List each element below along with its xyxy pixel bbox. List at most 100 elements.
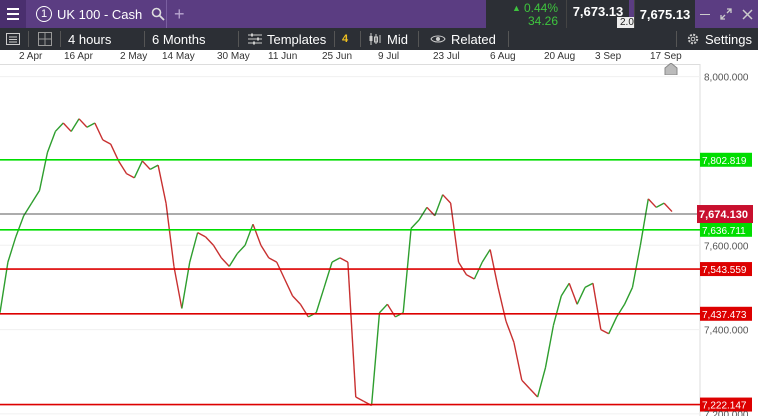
minimize-icon[interactable] <box>700 13 710 15</box>
price-segment <box>228 253 238 267</box>
x-tick-label: 11 Jun <box>268 51 298 62</box>
chart-plot-area[interactable]: 7,802.819 7,636.711 7,543.559 7,437.473 7,22… <box>0 62 758 419</box>
instrument-number-badge: 1 <box>36 6 52 22</box>
price-segment <box>197 232 206 238</box>
search-icon[interactable] <box>151 7 165 21</box>
price-segment <box>117 160 128 174</box>
price-segment <box>236 244 246 255</box>
price-segment <box>62 122 72 132</box>
price-segment <box>552 295 562 326</box>
range-selector[interactable]: 6 Months <box>152 28 205 50</box>
related-button[interactable]: Related <box>430 28 496 50</box>
price-segment <box>434 194 444 217</box>
settings-button[interactable]: Settings <box>686 28 752 50</box>
price-segment <box>331 257 341 263</box>
expand-icon[interactable] <box>720 8 732 20</box>
instrument-header: 1 UK 100 - Cash + ▲ 0.44% 34.26 7,673.13… <box>0 0 758 28</box>
price-segment <box>276 261 286 280</box>
price-segment <box>110 143 120 162</box>
price-segment <box>189 232 199 263</box>
price-segment <box>157 165 167 204</box>
price-segment <box>260 244 270 259</box>
related-label: Related <box>451 31 496 47</box>
x-tick-label: 6 Aug <box>490 51 516 62</box>
price-segment <box>639 198 649 246</box>
hamburger-icon <box>7 8 19 20</box>
eye-icon <box>430 35 446 43</box>
price-segment <box>299 303 309 318</box>
x-tick-label: 2 May <box>120 51 148 62</box>
price-segment <box>473 261 483 280</box>
price-segment <box>410 219 420 229</box>
price-segment <box>86 122 96 128</box>
sliders-icon <box>248 33 262 45</box>
price-segment <box>252 223 262 246</box>
price-segment <box>126 172 135 179</box>
price-segment <box>616 303 626 318</box>
price-type-selector[interactable]: Mid <box>368 28 408 50</box>
price-segment <box>544 325 555 368</box>
layout-button[interactable] <box>38 28 52 50</box>
interval-selector[interactable]: 4 hours <box>68 28 111 50</box>
price-segment <box>94 122 104 141</box>
price-chart[interactable]: 7,802.8197,636.7117,543.5597,437.4737,22… <box>0 64 758 419</box>
price-segment <box>70 118 80 132</box>
price-segment <box>78 118 88 128</box>
price-segment <box>149 164 159 171</box>
range-label: 6 Months <box>152 31 206 47</box>
price-segment <box>623 287 634 305</box>
x-tick-label: 23 Jul <box>433 51 460 62</box>
templates-button[interactable]: Templates <box>248 28 326 50</box>
window-controls <box>700 0 753 28</box>
level-price-label: 7,437.473 <box>702 310 747 321</box>
x-tick-label: 3 Sep <box>595 51 622 62</box>
price-segment <box>355 396 364 402</box>
templates-label: Templates <box>267 31 327 47</box>
price-segment <box>339 257 349 263</box>
instrument-selector[interactable]: 1 UK 100 - Cash <box>36 0 165 28</box>
price-segment <box>102 139 112 145</box>
price-segment <box>15 215 25 238</box>
close-icon[interactable] <box>742 8 753 20</box>
up-arrow-icon: ▲ <box>512 3 521 13</box>
price-segment <box>497 287 507 322</box>
buy-button[interactable]: 7,675.13 <box>634 0 695 28</box>
price-segment <box>165 203 175 267</box>
settings-label: Settings <box>705 31 752 47</box>
sell-price: 7,673.13 <box>572 3 624 19</box>
price-segment <box>46 131 56 153</box>
current-price-label: 7,674.130 <box>699 209 748 221</box>
chart-list-button[interactable] <box>6 28 20 50</box>
price-segment <box>529 388 539 398</box>
change-panel: ▲ 0.44% 34.26 <box>486 0 566 28</box>
plus-icon: + <box>174 3 185 24</box>
price-segment <box>426 206 436 217</box>
price-segment <box>600 328 610 335</box>
price-segment <box>220 257 230 267</box>
price-segment <box>370 312 381 406</box>
y-tick-label: 8,000.000 <box>704 73 749 84</box>
price-segment <box>244 223 254 246</box>
instrument-name: UK 100 - Cash <box>57 6 143 22</box>
price-segment <box>212 244 222 259</box>
y-tick-label: 7,600.000 <box>704 241 749 252</box>
gear-icon <box>687 33 699 45</box>
price-segment <box>536 367 547 398</box>
add-tab-button[interactable]: + <box>174 0 185 28</box>
chart-toolbar: 4 hours 6 Months Templates 4 Mid Related… <box>0 28 758 50</box>
menu-button[interactable] <box>0 0 26 28</box>
price-segment <box>283 278 294 297</box>
price-segment <box>205 236 214 246</box>
scroll-marker-icon[interactable] <box>664 62 678 76</box>
price-segment <box>513 342 523 381</box>
indicators-count-badge[interactable]: 4 <box>342 28 348 50</box>
price-segment <box>54 122 64 132</box>
price-segment <box>505 320 515 343</box>
price-segment <box>141 160 151 170</box>
price-segment <box>608 316 618 335</box>
price-segment <box>568 282 578 305</box>
price-segment <box>386 303 396 318</box>
price-type-label: Mid <box>387 31 408 47</box>
price-segment <box>663 202 673 213</box>
price-segment <box>442 194 452 204</box>
